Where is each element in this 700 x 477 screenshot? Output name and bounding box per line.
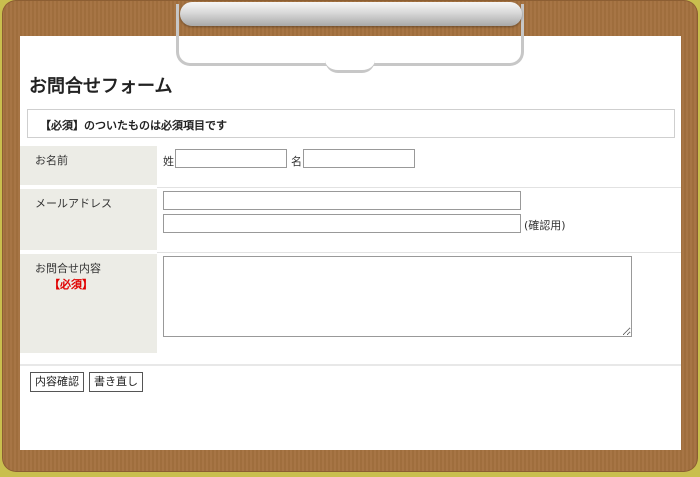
last-name-input[interactable] [175, 149, 287, 168]
email-confirm-input[interactable] [163, 214, 521, 233]
row-divider [157, 252, 681, 253]
form-bottom-divider [20, 364, 681, 366]
reset-button[interactable]: 書き直し [89, 372, 143, 392]
clipboard-clip-bar [180, 2, 522, 26]
message-label: お問合せ内容【必須】 [20, 254, 157, 353]
clipboard-clip-notch [325, 60, 375, 73]
message-textarea[interactable] [163, 256, 632, 337]
email-label-text: メールアドレス [35, 197, 112, 210]
row-divider [157, 187, 681, 188]
required-notice: 【必須】のついたものは必須項目です [27, 109, 675, 138]
name-label-text: お名前 [35, 154, 68, 167]
page-title: お問合せフォーム [29, 76, 173, 97]
email-input[interactable] [163, 191, 521, 210]
message-label-text: お問合せ内容 [35, 262, 101, 275]
name-label: お名前 [20, 146, 157, 185]
confirm-button[interactable]: 内容確認 [30, 372, 84, 392]
email-confirm-note: (確認用) [524, 219, 566, 232]
required-badge: 【必須】 [49, 278, 93, 291]
email-label: メールアドレス [20, 189, 157, 250]
first-name-input[interactable] [303, 149, 415, 168]
